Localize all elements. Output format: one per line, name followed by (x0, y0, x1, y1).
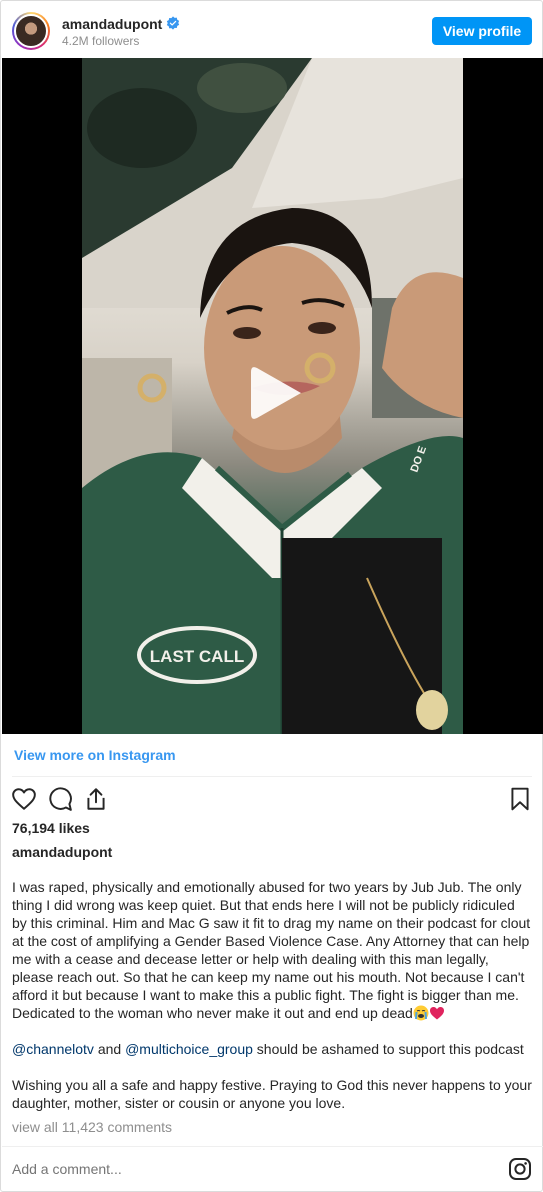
instagram-icon[interactable] (508, 1157, 532, 1181)
bookmark-icon[interactable] (507, 786, 533, 812)
caption-text: I was raped, physically and emotionally … (12, 878, 533, 1130)
comment-input[interactable] (12, 1159, 482, 1179)
heart-icon[interactable] (11, 786, 37, 812)
comment-icon[interactable] (47, 786, 73, 812)
mention-link[interactable]: @multichoice_group (125, 1041, 253, 1057)
instagram-embed: amandadupont 4.2M followers View profile (0, 0, 543, 1192)
divider (12, 776, 532, 777)
username[interactable]: amandadupont (62, 16, 162, 32)
mention-link[interactable]: @channelotv (12, 1041, 94, 1057)
caption-paragraph: I was raped, physically and emotionally … (12, 878, 533, 1022)
like-count[interactable]: 76,194 likes (12, 820, 90, 836)
caption-paragraph-text: Wishing you all a safe and happy festive… (12, 1077, 532, 1111)
avatar-image (14, 14, 48, 48)
view-profile-button[interactable]: View profile (432, 17, 532, 45)
share-icon[interactable] (83, 786, 109, 812)
caption-paragraph: @channelotv and @multichoice_group shoul… (12, 1040, 533, 1058)
caption-paragraph: Wishing you all a safe and happy festive… (12, 1076, 533, 1112)
caption-text-fragment: and (93, 1041, 126, 1057)
avatar[interactable] (12, 12, 50, 50)
post-header: amandadupont 4.2M followers View profile (1, 1, 542, 59)
caption-text-fragment: should be ashamed to support this podcas… (252, 1041, 524, 1057)
caption-paragraph-text: I was raped, physically and emotionally … (12, 879, 531, 1021)
video-player[interactable]: LAST CALL DO E (2, 58, 543, 734)
view-more-on-instagram-link[interactable]: View more on Instagram (14, 747, 176, 763)
red-heart-icon (429, 1007, 444, 1020)
view-all-comments-link[interactable]: view all 11,423 comments (12, 1119, 172, 1135)
follower-count: 4.2M followers (62, 34, 140, 48)
divider (2, 1146, 543, 1147)
crying-face-icon (413, 1005, 429, 1021)
jacket-patch-text: LAST CALL (150, 647, 244, 666)
caption-username[interactable]: amandadupont (12, 844, 112, 860)
play-icon[interactable] (243, 360, 309, 426)
verified-badge-icon (166, 16, 180, 30)
